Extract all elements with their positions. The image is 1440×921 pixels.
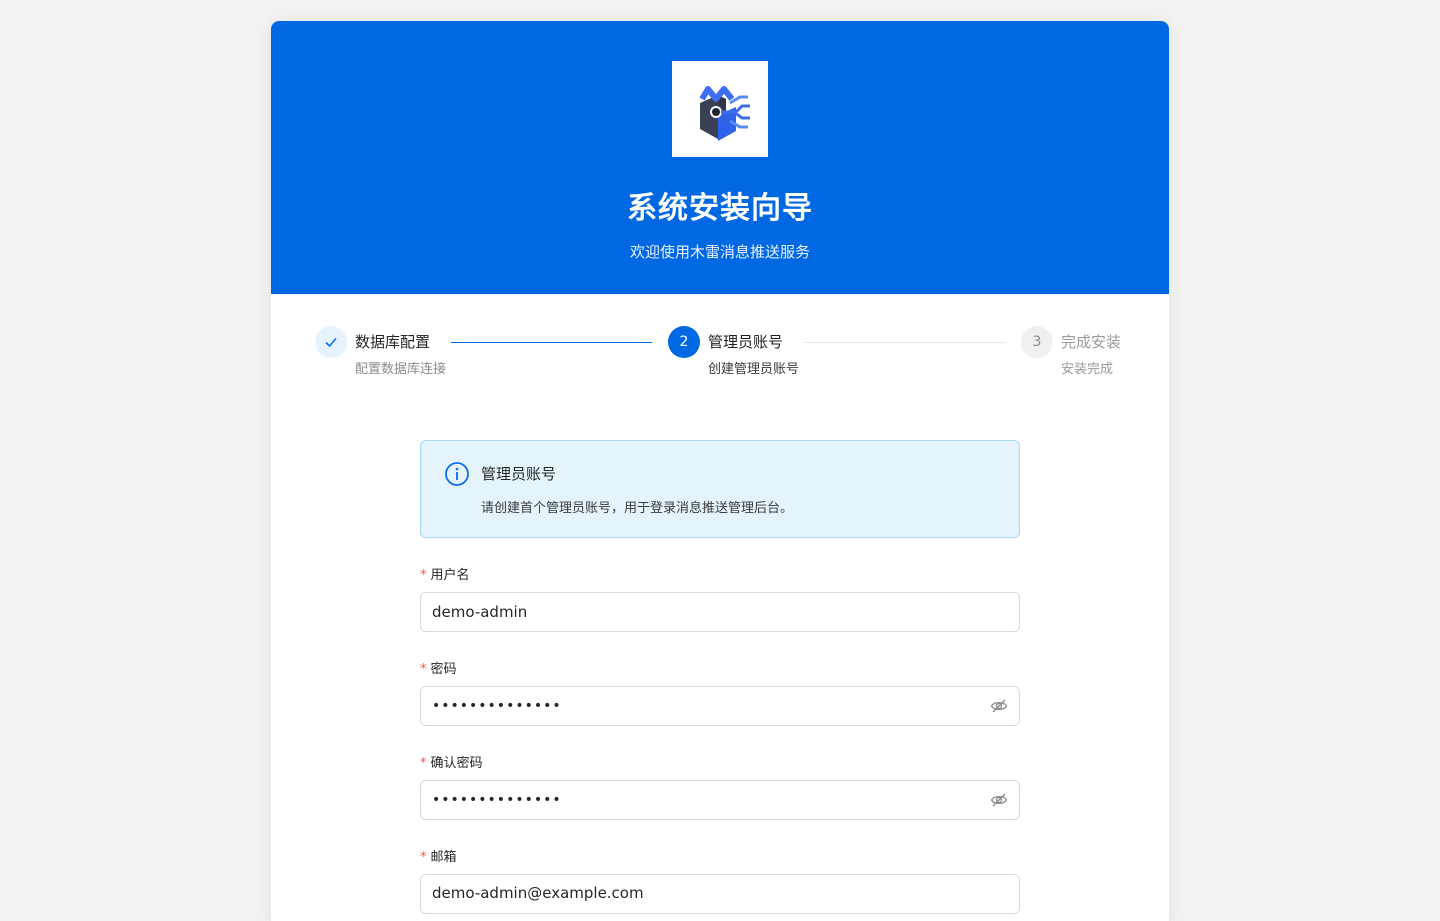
app-logo [672,61,768,157]
logo-icon [699,86,750,141]
confirm-password-label: * 确认密码 [420,752,483,771]
step-connector-done [451,342,652,343]
email-value: demo-admin@example.com [432,884,644,902]
wizard-stepper: 数据库配置 配置数据库连接 2 管理员账号 创建管理员账号 3 完成安装 安装完… [315,326,1125,386]
confirm-password-label-text: 确认密码 [430,756,483,771]
step-description: 创建管理员账号 [708,362,800,377]
required-mark: * [420,662,427,677]
username-label-text: 用户名 [430,568,470,583]
username-input[interactable]: demo-admin [420,592,1020,632]
eye-invisible-icon[interactable] [990,697,1008,715]
required-mark: * [420,568,427,583]
step-description: 安装完成 [1061,362,1114,377]
install-wizard-card: 系统安装向导 欢迎使用木雷消息推送服务 数据库配置 配置数据库连接 2 管理员账… [271,21,1169,921]
step-title: 数据库配置 [355,333,431,351]
password-label: * 密码 [420,658,457,677]
info-alert: 管理员账号 请创建首个管理员账号，用于登录消息推送管理后台。 [420,440,1020,538]
info-icon [445,462,469,486]
username-value: demo-admin [432,603,528,621]
password-input[interactable]: •••••••••••••• [420,686,1020,726]
step-title: 管理员账号 [708,333,784,351]
email-label: * 邮箱 [420,846,457,865]
step-finish: 3 完成安装 安装完成 [1021,326,1121,377]
step-description: 配置数据库连接 [355,362,447,377]
step-database: 数据库配置 配置数据库连接 [315,326,446,377]
page-subtitle: 欢迎使用木雷消息推送服务 [629,243,810,261]
email-label-text: 邮箱 [430,850,457,865]
confirm-password-input[interactable]: •••••••••••••• [420,780,1020,820]
eye-invisible-icon[interactable] [990,791,1008,809]
step-number: 2 [668,326,700,358]
step-title: 完成安装 [1061,333,1122,351]
password-label-text: 密码 [430,662,457,677]
username-label: * 用户名 [420,564,470,583]
step-admin-account: 2 管理员账号 创建管理员账号 [668,326,799,377]
step-connector-pending [804,342,1005,343]
alert-description: 请创建首个管理员账号，用于登录消息推送管理后台。 [481,501,794,516]
step-number: 3 [1021,326,1053,358]
required-mark: * [420,756,427,771]
alert-title: 管理员账号 [481,465,557,483]
required-mark: * [420,850,427,865]
wizard-header: 系统安装向导 欢迎使用木雷消息推送服务 [271,21,1169,294]
confirm-password-value: •••••••••••••• [432,792,562,808]
page-title: 系统安装向导 [627,191,813,226]
email-input[interactable]: demo-admin@example.com [420,874,1020,914]
step-done-icon [315,326,347,358]
password-value: •••••••••••••• [432,698,562,714]
